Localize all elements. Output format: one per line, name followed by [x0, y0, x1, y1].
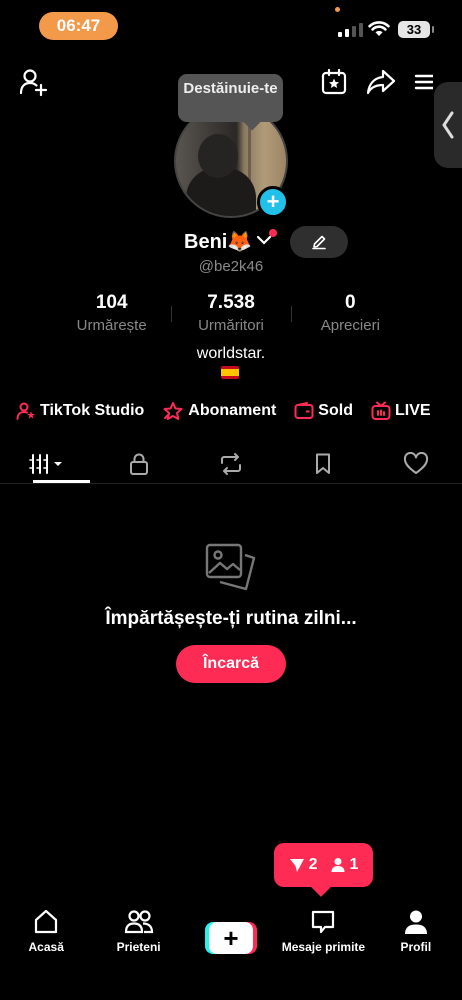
- add-friend-icon[interactable]: [17, 66, 49, 98]
- nav-inbox[interactable]: Mesaje primite: [277, 900, 369, 970]
- subscription-button[interactable]: Abonament: [162, 401, 276, 421]
- studio-icon: [16, 402, 35, 420]
- cellular-signal-icon: [338, 22, 363, 37]
- person-icon: [331, 858, 344, 872]
- nav-profile[interactable]: Profil: [370, 900, 462, 970]
- tab-liked[interactable]: [370, 444, 462, 484]
- stat-divider: [291, 306, 292, 322]
- empty-state-title: Împărtășește-ți rutina zilni...: [105, 608, 357, 629]
- stat-divider: [171, 306, 172, 322]
- side-panel-handle[interactable]: [434, 82, 462, 168]
- upload-button[interactable]: Încarcă: [176, 645, 286, 683]
- tabs-divider: [0, 483, 462, 484]
- tiktok-studio-button[interactable]: TikTok Studio: [16, 401, 144, 421]
- avatar-tooltip[interactable]: Destăinuie-te: [178, 74, 283, 122]
- privacy-indicator-dot: [335, 7, 340, 12]
- share-icon[interactable]: [365, 66, 397, 98]
- spain-flag-icon: [221, 366, 239, 379]
- stat-following[interactable]: 104 Urmărește: [52, 292, 171, 334]
- profile-handle: @be2k46: [198, 258, 264, 275]
- battery-icon: 33: [398, 21, 434, 38]
- activity-notification-bubble[interactable]: 2 1: [274, 843, 373, 887]
- notification-dot: [269, 229, 277, 237]
- inbox-icon: [312, 910, 335, 934]
- bookmark-icon: [316, 453, 331, 474]
- tab-saved[interactable]: [277, 444, 369, 484]
- friends-icon: [124, 910, 153, 934]
- follower-count: 1: [349, 856, 359, 873]
- live-button[interactable]: LIVE: [371, 401, 431, 421]
- nav-home[interactable]: Acasă: [0, 900, 92, 970]
- add-avatar-icon[interactable]: +: [257, 186, 289, 218]
- tab-reposts[interactable]: [185, 444, 277, 484]
- menu-icon[interactable]: [413, 66, 433, 98]
- grid-icon: [29, 454, 63, 474]
- stat-followers[interactable]: 7.538 Urmăritori: [171, 292, 290, 334]
- subscription-icon: [163, 402, 183, 420]
- profile-name: Beni🦊: [184, 231, 253, 253]
- live-tv-icon: [371, 401, 391, 420]
- wifi-icon: [368, 20, 390, 42]
- photos-icon: [204, 542, 258, 599]
- status-time: 06:47: [39, 12, 118, 40]
- balance-button[interactable]: Sold: [294, 402, 353, 420]
- heart-icon: [403, 452, 428, 474]
- calendar-star-icon[interactable]: [318, 66, 350, 98]
- wallet-icon: [294, 402, 314, 419]
- lock-icon: [129, 453, 148, 475]
- repost-icon: [221, 453, 242, 475]
- home-icon: [35, 909, 58, 934]
- stat-likes[interactable]: 0 Aprecieri: [291, 292, 410, 334]
- message-count: 2: [308, 856, 318, 873]
- profile-icon: [404, 910, 427, 934]
- tab-private[interactable]: [92, 444, 184, 484]
- edit-profile-button[interactable]: [290, 226, 348, 258]
- profile-bio: worldstar.: [196, 345, 266, 362]
- send-icon: [289, 859, 304, 872]
- nav-friends[interactable]: Prieteni: [92, 900, 184, 970]
- nav-create[interactable]: +: [185, 900, 277, 970]
- tab-videos[interactable]: [0, 444, 92, 484]
- pencil-icon: [312, 235, 326, 250]
- create-icon: +: [205, 922, 258, 954]
